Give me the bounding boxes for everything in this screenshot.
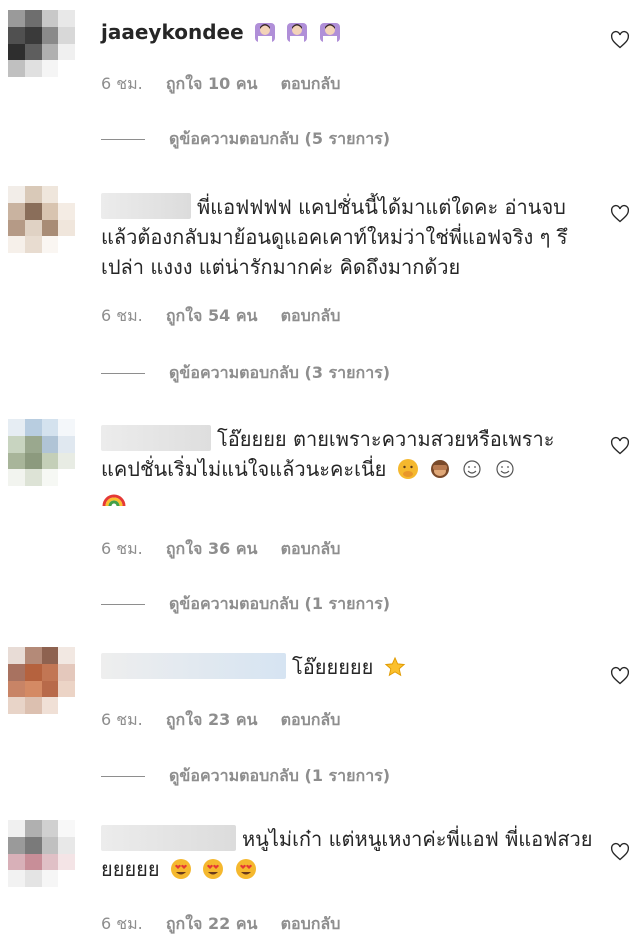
reply-button[interactable]: ตอบกลับ	[281, 914, 341, 933]
comment-text: พี่แอฟฟฟฟ แคปชั่นนี้ได้มาแต่ใดคะ อ่านจบแ…	[101, 192, 601, 282]
rainbow-icon	[102, 494, 126, 507]
like-heart-icon[interactable]	[610, 666, 630, 686]
comment-time: 6 ชม.	[101, 74, 143, 93]
comment-likes[interactable]: ถูกใจ 54 คน	[166, 306, 258, 325]
view-replies-button[interactable]: ดูข้อความตอบกลับ (1 รายการ)	[101, 764, 390, 789]
comment-text: โอ๊ยยยยย	[101, 652, 601, 682]
comment-meta: 6 ชม. ถูกใจ 10 คน ตอบกลับ	[101, 72, 358, 97]
comment-likes[interactable]: ถูกใจ 36 คน	[166, 539, 258, 558]
heart-eyes-emoji-icon	[170, 859, 191, 879]
view-replies-button[interactable]: ดูข้อความตอบกลับ (5 รายการ)	[101, 127, 390, 152]
redacted-username	[101, 425, 211, 451]
comment-time: 6 ชม.	[101, 539, 143, 558]
divider-line	[101, 373, 145, 374]
redacted-username	[101, 193, 191, 219]
comment-text: jaaeykondee	[101, 17, 601, 47]
view-replies-label: ดูข้อความตอบกลับ (3 รายการ)	[169, 363, 391, 382]
reply-button[interactable]: ตอบกลับ	[281, 306, 341, 325]
comment-body: โอ๊ยยยยย	[292, 655, 374, 679]
divider-line	[101, 776, 145, 777]
view-replies-label: ดูข้อความตอบกลับ (5 รายการ)	[169, 129, 391, 148]
like-heart-icon[interactable]	[610, 842, 630, 862]
comment-time: 6 ชม.	[101, 914, 143, 933]
like-heart-icon[interactable]	[610, 30, 630, 50]
comment-meta: 6 ชม. ถูกใจ 23 คน ตอบกลับ	[101, 708, 358, 733]
redacted-username	[101, 653, 286, 679]
avatar[interactable]	[8, 186, 75, 253]
divider-line	[101, 139, 145, 140]
redacted-username	[101, 825, 236, 851]
like-heart-icon[interactable]	[610, 436, 630, 456]
smile-icon	[463, 460, 482, 478]
comment-feed: jaaeykondee 6 ชม. ถูกใจ 10 คน ตอบกลับ ดู…	[0, 0, 640, 942]
comment-likes[interactable]: ถูกใจ 10 คน	[166, 74, 258, 93]
comment-meta: 6 ชม. ถูกใจ 54 คน ตอบกลับ	[101, 304, 358, 329]
view-replies-label: ดูข้อความตอบกลับ (1 รายการ)	[169, 766, 391, 785]
view-replies-button[interactable]: ดูข้อความตอบกลับ (1 รายการ)	[101, 592, 390, 617]
view-replies-label: ดูข้อความตอบกลับ (1 รายการ)	[169, 594, 391, 613]
comment-likes[interactable]: ถูกใจ 23 คน	[166, 710, 258, 729]
comment-time: 6 ชม.	[101, 306, 143, 325]
comment-meta: 6 ชม. ถูกใจ 22 คน ตอบกลับ	[101, 912, 358, 937]
raising-hand-emoji-icon	[250, 20, 341, 44]
comment-text: โอ๊ยยยย ตายเพราะความสวยหรือเพราะแคปชั่นเ…	[101, 424, 601, 514]
divider-line	[101, 604, 145, 605]
avatar[interactable]	[8, 820, 75, 887]
comment-text: หนูไม่เก๋า แต่หนูเหงาค่ะพี่แอฟ พี่แอฟสวย…	[101, 824, 601, 884]
star-emoji-icon	[384, 656, 405, 677]
comment-likes[interactable]: ถูกใจ 22 คน	[166, 914, 258, 933]
heart-eyes-emoji-icon	[235, 859, 256, 879]
see-no-evil-monkey-icon	[431, 460, 450, 478]
avatar[interactable]	[8, 10, 75, 77]
reply-button[interactable]: ตอบกลับ	[281, 74, 341, 93]
hand-over-mouth-emoji-icon	[397, 459, 418, 479]
avatar[interactable]	[8, 419, 75, 486]
smile-icon	[496, 460, 514, 478]
reply-button[interactable]: ตอบกลับ	[281, 710, 341, 729]
view-replies-button[interactable]: ดูข้อความตอบกลับ (3 รายการ)	[101, 361, 390, 386]
avatar[interactable]	[8, 647, 75, 714]
reply-button[interactable]: ตอบกลับ	[281, 539, 341, 558]
comment-username[interactable]: jaaeykondee	[101, 20, 244, 44]
like-heart-icon[interactable]	[610, 204, 630, 224]
comment-meta: 6 ชม. ถูกใจ 36 คน ตอบกลับ	[101, 537, 358, 562]
heart-eyes-emoji-icon	[203, 859, 224, 879]
comment-time: 6 ชม.	[101, 710, 143, 729]
